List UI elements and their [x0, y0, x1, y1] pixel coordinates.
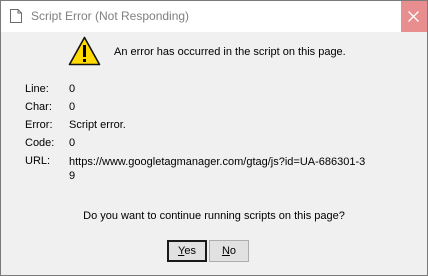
title-bar[interactable]: Script Error (Not Responding): [1, 1, 427, 32]
yes-label: es: [184, 245, 196, 257]
document-icon: [10, 9, 22, 23]
no-label: o: [229, 245, 237, 257]
script-error-dialog: Script Error (Not Responding) An error h…: [0, 0, 428, 276]
url-value: https://www.googletagmanager.com/gtag/js…: [69, 156, 366, 182]
line-value: 0: [69, 83, 76, 95]
no-button[interactable]: No: [209, 240, 249, 262]
close-button[interactable]: [401, 1, 427, 32]
warning-icon: [68, 36, 101, 66]
continue-prompt: Do you want to continue running scripts …: [83, 210, 345, 222]
char-value: 0: [69, 101, 76, 113]
error-value: Script error.: [69, 119, 126, 131]
line-label: Line:: [25, 83, 49, 95]
url-label: URL:: [25, 155, 51, 167]
yes-button[interactable]: Yes: [167, 240, 207, 262]
char-label: Char:: [25, 101, 52, 113]
code-value: 0: [69, 137, 76, 149]
no-accelerator: N: [221, 245, 230, 257]
window-title: Script Error (Not Responding): [31, 9, 190, 23]
close-icon: [408, 11, 419, 22]
error-label: Error:: [25, 119, 53, 131]
code-label: Code:: [25, 137, 55, 149]
error-header: An error has occurred in the script on t…: [114, 46, 346, 58]
